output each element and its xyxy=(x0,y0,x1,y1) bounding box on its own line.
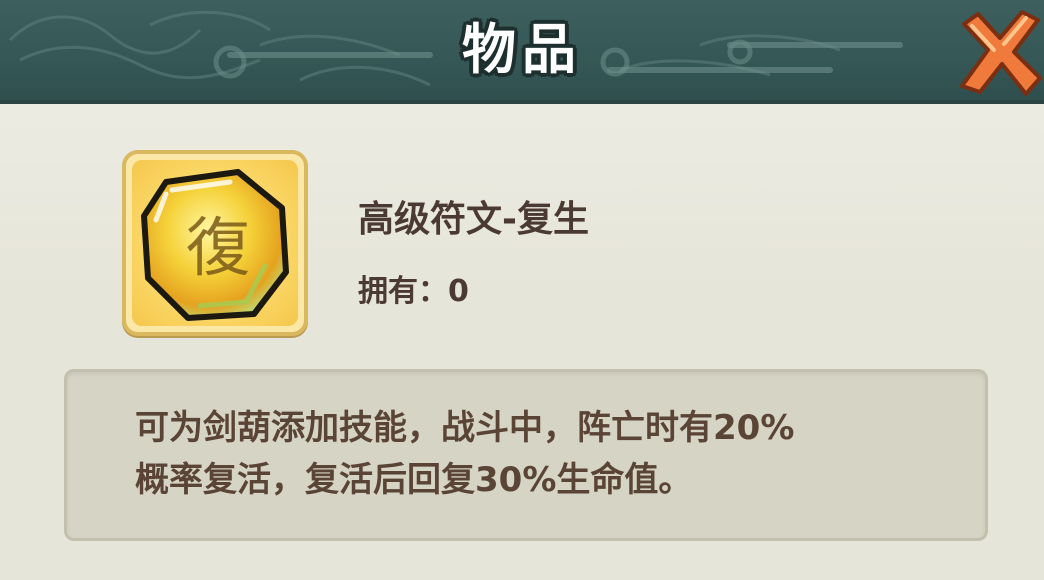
dialog-title: 物品 xyxy=(462,18,582,81)
item-icon-frame: 復 xyxy=(122,150,308,336)
dialog-header: 物品 xyxy=(0,0,1044,104)
rune-glyph: 復 xyxy=(186,212,250,286)
revive-rune-gem-icon: 復 xyxy=(141,169,289,321)
description-text: 可为剑葫添加技能，战斗中，阵亡时有20% 概率复活，复活后回复30%生命值。 xyxy=(135,402,935,506)
owned-label: 拥有： xyxy=(358,274,448,309)
owned-count: 0 xyxy=(448,274,469,309)
owned-row: 拥有：0 xyxy=(358,266,469,310)
close-button[interactable] xyxy=(952,6,1044,100)
description-box: 可为剑葫添加技能，战斗中，阵亡时有20% 概率复活，复活后回复30%生命值。 xyxy=(64,369,988,541)
item-dialog: 物品 復 高级符文-复生 拥有：0 可为剑葫添加技能，战斗中，阵亡时有20% 概… xyxy=(0,0,1044,580)
close-icon xyxy=(960,10,1042,96)
item-name: 高级符文-复生 xyxy=(358,199,589,240)
description-line-2: 概率复活，复活后回复30%生命值。 xyxy=(135,460,693,500)
description-line-1: 可为剑葫添加技能，战斗中，阵亡时有20% xyxy=(135,408,795,448)
